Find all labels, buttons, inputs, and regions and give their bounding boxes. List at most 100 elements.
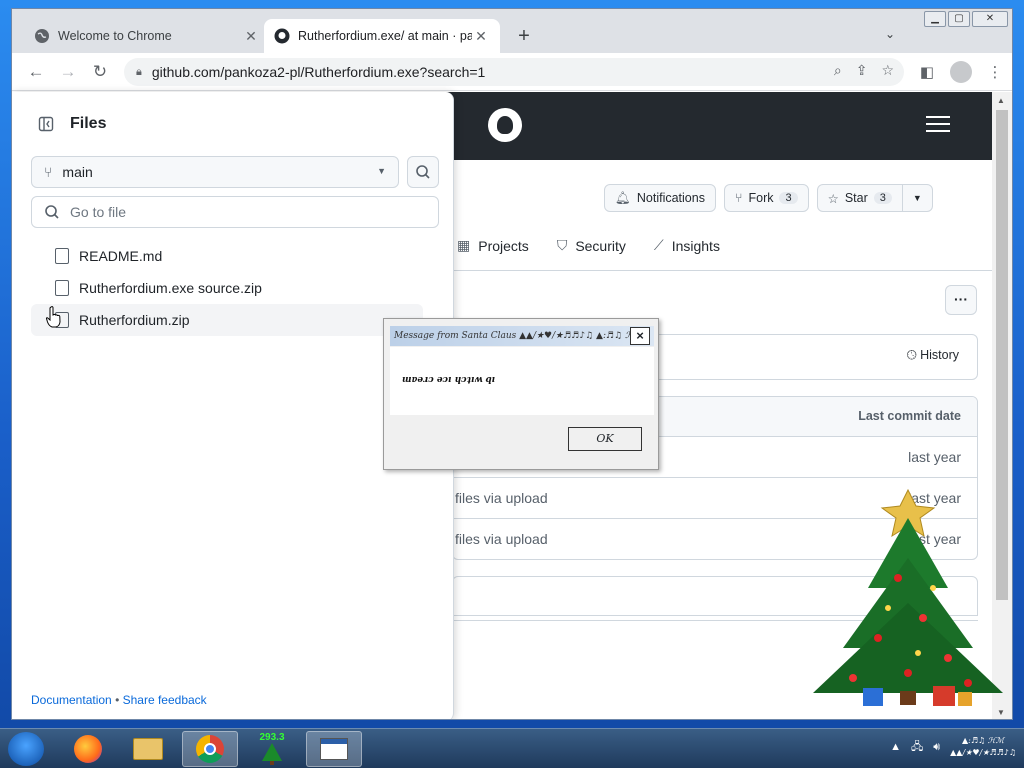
github-logo-icon[interactable] — [488, 108, 522, 142]
tab-projects[interactable]: ▦ Projects — [457, 237, 529, 254]
window-controls: ▁ ▢ ✕ — [922, 11, 1008, 27]
commit-message[interactable]: files via upload — [455, 490, 548, 506]
tab-security[interactable]: ⛉ Security — [557, 237, 626, 254]
tab-label: Security — [575, 237, 626, 254]
files-panel-header: Files — [32, 110, 106, 138]
graph-icon: ⟋ — [653, 237, 664, 253]
volume-icon[interactable]: 🔊︎ — [933, 741, 940, 754]
close-window-button[interactable]: ✕ — [972, 11, 1008, 27]
collapse-sidebar-icon[interactable] — [32, 110, 60, 138]
network-icon[interactable]: 🖧︎ — [911, 738, 923, 757]
bookmark-star-icon[interactable]: ☆ — [881, 62, 894, 79]
fork-count: 3 — [779, 192, 798, 204]
toolbar-right: ◧ ⋮ — [918, 61, 1004, 83]
file-item[interactable]: README.md — [31, 240, 423, 272]
start-button[interactable] — [8, 732, 44, 766]
tab-title: Rutherfordium.exe/ at main · pan — [298, 29, 472, 43]
window-icon — [320, 738, 348, 760]
tab-welcome[interactable]: Welcome to Chrome ✕ — [24, 19, 270, 53]
tab-close-icon[interactable]: ✕ — [472, 28, 490, 45]
address-bar[interactable]: 🔒︎ github.com/pankoza2-pl/Rutherfordium.… — [124, 58, 904, 86]
file-item[interactable]: Rutherfordium.exe source.zip — [31, 272, 423, 304]
branch-icon: ⑂ — [44, 164, 53, 180]
tray-line-2: ▲▲/★♥/★♬♬♪♫ — [950, 748, 1016, 757]
tree-icon — [262, 743, 282, 765]
notifications-button[interactable]: 🔔︎ Notifications — [604, 184, 716, 212]
notifications-label: Notifications — [636, 191, 705, 205]
files-panel-title: Files — [70, 115, 107, 132]
branch-selector[interactable]: ⑂ main ▼ — [31, 156, 399, 188]
fork-label: Fork — [748, 191, 774, 205]
dialog-title: Message from Santa Claus ▲▲/★♥/★♬♬♪♫ ▲:♬… — [390, 326, 654, 346]
history-label: History — [920, 348, 959, 362]
minimize-button[interactable]: ▁ — [924, 11, 946, 27]
tab-repo[interactable]: Rutherfordium.exe/ at main · pan ✕ — [264, 19, 500, 53]
more-options-button[interactable]: ··· — [945, 285, 977, 315]
search-icon — [416, 165, 430, 179]
tab-insights[interactable]: ⟋ Insights — [654, 237, 720, 254]
column-last-commit-date: Last commit date — [858, 409, 961, 423]
reload-icon[interactable]: ↻ — [88, 61, 112, 83]
omnibox-actions: ⌕ ⇪ ☆ — [834, 62, 894, 79]
file-item[interactable]: Rutherfordium.zip — [31, 304, 423, 336]
taskbar-chrome[interactable] — [182, 731, 238, 767]
menu-kebab-icon[interactable]: ⋮ — [986, 63, 1004, 81]
search-icon — [45, 205, 59, 219]
tab-label: Insights — [671, 237, 720, 254]
side-panel-icon[interactable]: ◧ — [918, 63, 936, 81]
tree-counter: 293.3 — [259, 732, 285, 743]
scroll-up-arrow-icon[interactable]: ▲ — [997, 96, 1005, 105]
search-button[interactable] — [407, 156, 439, 188]
fork-icon: ⑂ — [734, 191, 743, 205]
share-icon[interactable]: ⇪ — [856, 62, 868, 79]
star-label: Star — [844, 191, 868, 205]
folder-icon — [133, 738, 163, 760]
documentation-link[interactable]: Documentation — [31, 693, 112, 707]
commit-message[interactable]: files via upload — [455, 531, 548, 547]
browser-toolbar: ← → ↻ 🔒︎ github.com/pankoza2-pl/Rutherfo… — [12, 53, 1012, 91]
file-icon — [55, 248, 69, 264]
star-count: 3 — [873, 192, 892, 204]
system-tray: ▲ 🖧︎ 🔊︎ ▲:♬♫ ℋℳ ▲▲/★♥/★♬♬♪♫ — [890, 735, 1016, 759]
table-icon: ▦ — [457, 237, 471, 253]
file-icon — [55, 280, 69, 296]
caret-down-icon: ▼ — [377, 166, 386, 176]
taskbar-dialog-app[interactable] — [306, 731, 362, 767]
repo-nav: ▦ Projects ⛉ Security ⟋ Insights — [457, 237, 720, 254]
fork-button[interactable]: ⑂ Fork 3 — [723, 184, 809, 212]
tray-clock[interactable]: ▲:♬♫ ℋℳ ▲▲/★♥/★♬♬♪♫ — [950, 735, 1016, 759]
maximize-button[interactable]: ▢ — [948, 11, 970, 27]
github-icon — [274, 28, 290, 44]
share-feedback-link[interactable]: Share feedback — [123, 693, 207, 707]
ok-button[interactable]: OK — [568, 427, 642, 451]
tab-label: Projects — [478, 237, 529, 254]
hamburger-menu-icon[interactable] — [926, 116, 950, 137]
shield-icon: ⛉ — [556, 237, 568, 253]
zoom-search-icon[interactable]: ⌕ — [834, 62, 842, 79]
forward-arrow-icon[interactable]: → — [56, 61, 80, 83]
file-tree: README.md Rutherfordium.exe source.zip R… — [31, 240, 423, 336]
new-tab-button[interactable]: + — [512, 25, 536, 48]
globe-icon — [34, 28, 50, 44]
chrome-icon — [196, 735, 224, 763]
dialog-body: ɯɐǝɹɔ ǝɔı ɥɔʇıʍ qı — [390, 347, 654, 415]
taskbar-explorer[interactable] — [120, 731, 176, 767]
hand-cursor-icon — [46, 306, 61, 328]
divider — [452, 270, 993, 271]
taskbar-tree-app[interactable]: 293.3 — [244, 731, 300, 767]
tab-strip: Welcome to Chrome ✕ Rutherfordium.exe/ a… — [12, 9, 1012, 53]
tab-search-chevron-icon[interactable]: ⌄ — [885, 27, 895, 41]
go-to-file-input[interactable]: Go to file — [31, 196, 439, 228]
star-dropdown-chevron-icon[interactable]: ▼ — [901, 185, 932, 211]
tab-close-icon[interactable]: ✕ — [242, 28, 260, 45]
taskbar-firefox[interactable] — [60, 731, 116, 767]
tray-line-1: ▲:♬♫ ℋℳ — [961, 736, 1005, 745]
back-arrow-icon[interactable]: ← — [24, 61, 48, 83]
files-panel-footer: Documentation • Share feedback — [31, 693, 207, 707]
history-icon: 🕓︎ — [906, 348, 917, 362]
star-button[interactable]: ☆ Star 3 ▼ — [816, 184, 933, 212]
history-button[interactable]: 🕓︎ History — [907, 348, 959, 363]
dialog-close-button[interactable]: × — [630, 327, 650, 345]
show-hidden-icons-icon[interactable]: ▲ — [890, 741, 901, 753]
profile-avatar[interactable] — [950, 61, 972, 83]
